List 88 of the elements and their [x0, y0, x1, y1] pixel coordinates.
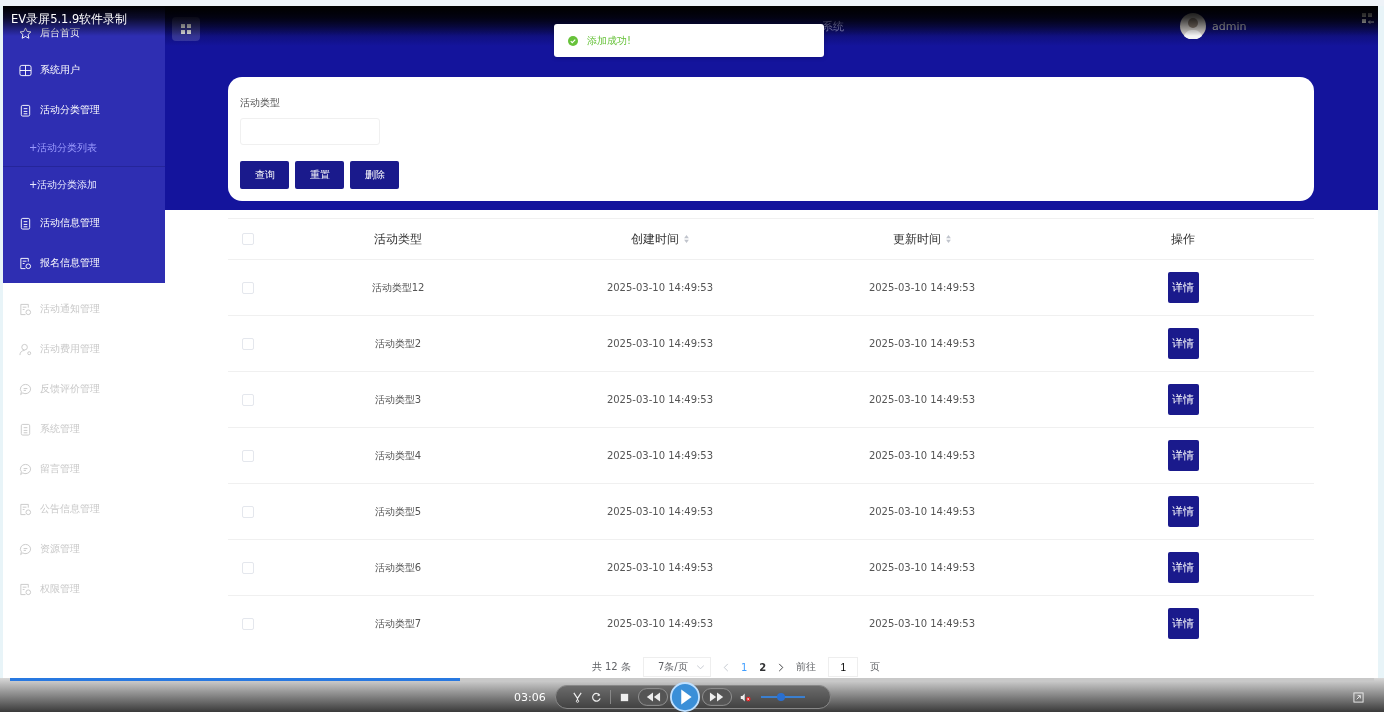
search-action-button[interactable]: 重置: [295, 161, 344, 189]
menu-item[interactable]: 报名信息管理: [3, 243, 165, 283]
row-checkbox[interactable]: [242, 505, 254, 518]
table-cell: 2025-03-10 14:49:53: [868, 506, 976, 517]
rewind-button[interactable]: [637, 688, 668, 706]
grid-icon: [181, 24, 191, 34]
success-icon: [568, 35, 578, 46]
row-checkbox[interactable]: [242, 561, 254, 574]
detail-button[interactable]: 详情: [1167, 552, 1199, 583]
menu-item[interactable]: 活动信息管理: [3, 203, 165, 243]
detail-button[interactable]: 详情: [1167, 440, 1199, 471]
row-checkbox[interactable]: [242, 617, 254, 630]
column-header: 创建时间: [631, 230, 679, 248]
row-checkbox[interactable]: [242, 449, 254, 462]
table-cell: 活动类型7: [374, 616, 422, 631]
submenu-item[interactable]: +活动分类添加: [3, 167, 165, 203]
menu-item[interactable]: 系统用户: [3, 50, 165, 90]
table-cell: 2025-03-10 14:49:53: [868, 450, 976, 461]
row-checkbox[interactable]: [242, 393, 254, 406]
goto-page-field[interactable]: 1: [828, 657, 859, 677]
search-action-button[interactable]: 查询: [240, 161, 289, 189]
detail-button[interactable]: 详情: [1167, 608, 1199, 639]
detail-button[interactable]: 详情: [1167, 328, 1199, 359]
repeat-icon[interactable]: [590, 691, 602, 703]
chat-icon: [19, 382, 32, 396]
menu-item[interactable]: 活动分类管理: [3, 90, 165, 130]
table-cell: 活动类型6: [374, 560, 422, 575]
total-count: 共 12 条: [591, 660, 631, 674]
table-cell: 2025-03-10 14:49:53: [606, 562, 714, 573]
volume-icon[interactable]: [739, 691, 751, 703]
doc-icon: [19, 302, 32, 316]
toast-message: 添加成功!: [587, 33, 631, 48]
goto-label: 前往: [796, 660, 817, 674]
table-cell: 2025-03-10 14:49:53: [606, 618, 714, 629]
volume-thumb[interactable]: [776, 693, 785, 701]
doc-icon: [19, 256, 32, 270]
table-cell: 活动类型4: [374, 448, 422, 463]
caret-icon: [696, 664, 704, 670]
stop-button[interactable]: [618, 691, 630, 703]
row-checkbox[interactable]: [242, 337, 254, 350]
doc-icon: [19, 582, 32, 596]
table-cell: 2025-03-10 14:49:53: [868, 394, 976, 405]
playback-time: 03:06: [514, 690, 546, 704]
table-cell: 2025-03-10 14:49:53: [606, 282, 714, 293]
grid-icon: [19, 63, 32, 77]
table-cell: 2025-03-10 14:49:53: [606, 338, 714, 349]
site-title: 系统: [822, 18, 844, 34]
column-header: 更新时间: [893, 230, 941, 248]
table-cell: 活动类型3: [374, 392, 422, 407]
next-page-icon[interactable]: [778, 662, 785, 672]
expand-icon[interactable]: [1353, 691, 1364, 703]
table-cell: 活动类型12: [371, 280, 425, 295]
play-button[interactable]: [669, 682, 700, 712]
search-action-button[interactable]: 删除: [350, 161, 399, 189]
select-all-checkbox[interactable]: [242, 233, 254, 245]
recorder-title: EV录屏5.1.9软件录制: [11, 12, 128, 26]
detail-button[interactable]: 详情: [1167, 272, 1199, 303]
page-suffix: 页: [870, 660, 881, 674]
chat-icon: [19, 462, 32, 476]
column-header: 活动类型: [374, 230, 422, 248]
progress-track[interactable]: [10, 678, 1374, 682]
table-cell: 2025-03-10 14:49:53: [606, 506, 714, 517]
previous-page-icon[interactable]: [722, 662, 729, 672]
doc-icon: [19, 502, 32, 516]
table-cell: 2025-03-10 14:49:53: [606, 450, 714, 461]
table-cell: 2025-03-10 14:49:53: [606, 394, 714, 405]
field-label: 活动类型: [240, 96, 280, 110]
table-cell: 2025-03-10 14:49:53: [868, 282, 976, 293]
row-checkbox[interactable]: [242, 281, 254, 294]
submenu-item[interactable]: +活动分类列表: [3, 130, 165, 167]
chat-icon: [19, 542, 32, 556]
table-cell: 活动类型5: [374, 504, 422, 519]
detail-button[interactable]: 详情: [1167, 496, 1199, 527]
table-cell: 2025-03-10 14:49:53: [868, 562, 976, 573]
sort-icon[interactable]: [684, 235, 689, 243]
fast-forward-button[interactable]: [701, 688, 732, 706]
table-cell: 2025-03-10 14:49:53: [868, 618, 976, 629]
layout-switch-icon[interactable]: [1362, 13, 1374, 25]
user-icon: [19, 342, 32, 356]
sort-icon[interactable]: [946, 235, 951, 243]
page-number[interactable]: 2: [759, 661, 767, 673]
column-header: 操作: [1171, 230, 1195, 248]
detail-button[interactable]: 详情: [1167, 384, 1199, 415]
table-cell: 2025-03-10 14:49:53: [868, 338, 976, 349]
star-icon: [19, 26, 32, 40]
user-avatar-icon: [1180, 13, 1206, 39]
page-size-select[interactable]: 7条/页: [642, 657, 711, 677]
table-cell: 活动类型2: [374, 336, 422, 351]
